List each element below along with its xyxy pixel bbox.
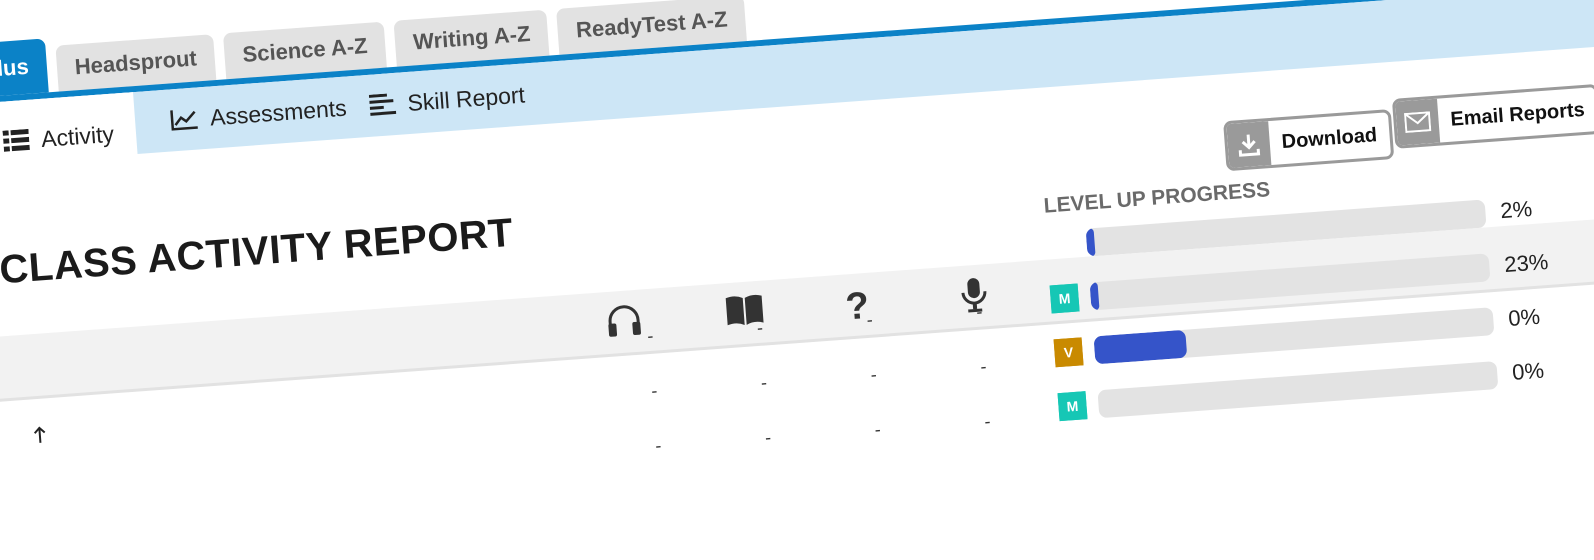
page-stage: z-Plus Headsprout Science A-Z Writing A-… bbox=[0, 0, 1594, 548]
row2-cell-read: - bbox=[760, 372, 768, 393]
row2-cell-listen: - bbox=[650, 380, 658, 401]
microphone-icon bbox=[959, 276, 990, 319]
level-badge: M bbox=[1057, 391, 1088, 422]
tab-activity[interactable]: Activity bbox=[0, 92, 139, 184]
row3-cell-listen: - bbox=[654, 435, 663, 456]
tab-activity-label: Activity bbox=[40, 120, 115, 152]
line-chart-icon bbox=[169, 107, 199, 131]
row3-cell-quiz: - bbox=[873, 419, 882, 440]
level-up-progress-header: LEVEL UP PROGRESS bbox=[1042, 178, 1271, 218]
activity-table: LEVEL UP PROGRESS 2% ? - - - - M 23% - -… bbox=[0, 75, 1594, 560]
row2-cell-record: - bbox=[979, 356, 988, 377]
sort-arrow-up-icon[interactable] bbox=[32, 425, 48, 449]
tab-skill-report-label: Skill Report bbox=[406, 80, 526, 116]
progress-percent: 23% bbox=[1503, 248, 1550, 278]
level-badge: M bbox=[1049, 283, 1080, 314]
progress-percent: 0% bbox=[1507, 303, 1541, 331]
row3-cell-read: - bbox=[764, 427, 772, 448]
tab-assessments-label: Assessments bbox=[209, 94, 348, 131]
progress-fill bbox=[1085, 228, 1096, 257]
progress-percent: 0% bbox=[1511, 357, 1545, 385]
tab-assessments[interactable]: Assessments bbox=[168, 77, 349, 152]
row3-cell-record: - bbox=[983, 411, 992, 432]
tab-raz-plus[interactable]: z-Plus bbox=[0, 38, 49, 100]
row2-cell-quiz: - bbox=[869, 364, 878, 385]
progress-track bbox=[1097, 361, 1499, 419]
list-icon bbox=[2, 128, 30, 153]
progress-percent: 2% bbox=[1499, 196, 1533, 224]
progress-fill bbox=[1093, 329, 1188, 365]
tab-skill-report[interactable]: Skill Report bbox=[367, 64, 527, 137]
level-badge: V bbox=[1053, 337, 1084, 368]
headphones-icon bbox=[605, 302, 644, 344]
align-left-icon bbox=[368, 93, 397, 117]
